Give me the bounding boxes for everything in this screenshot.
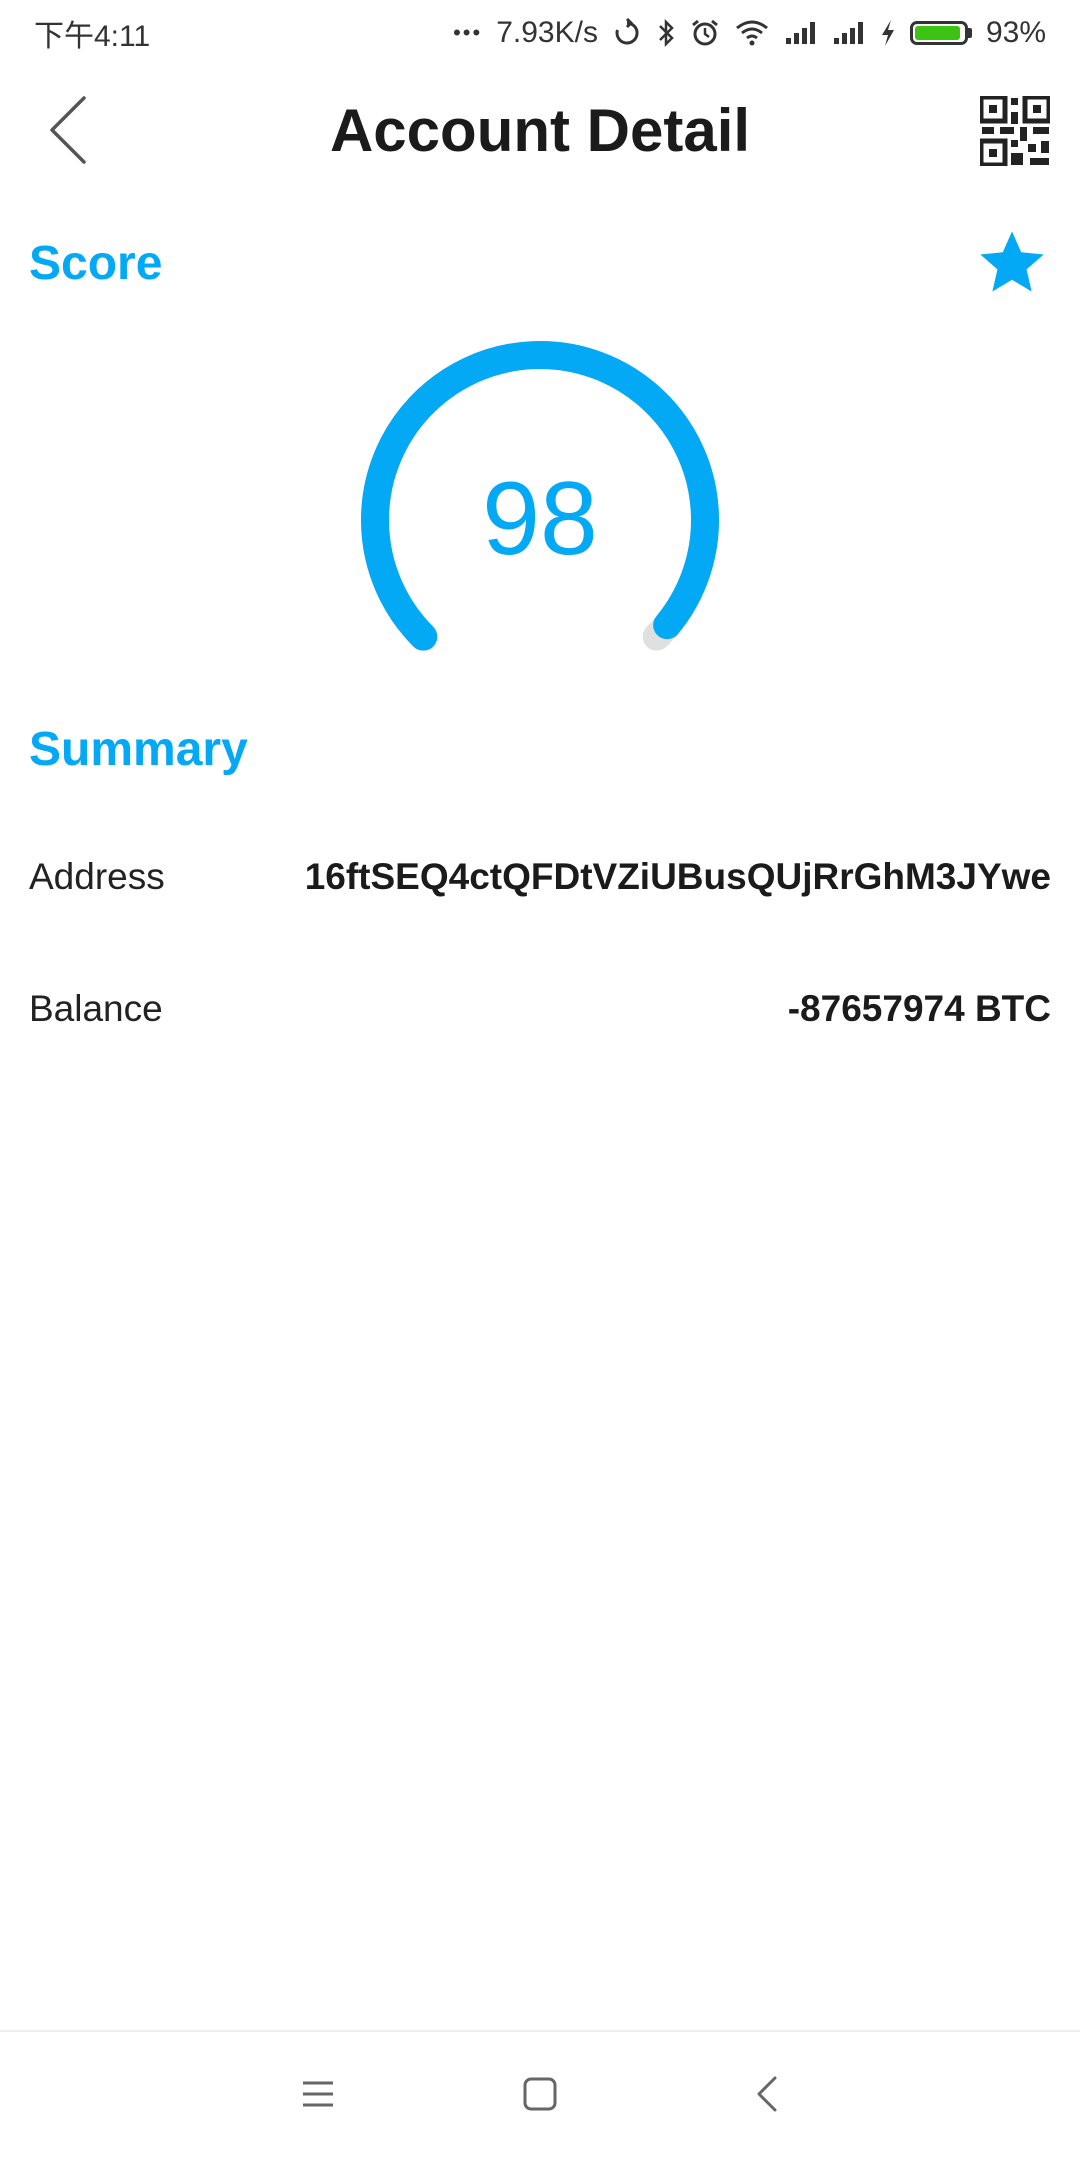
back-chevron-icon — [757, 2076, 777, 2112]
summary-heading: Summary — [29, 723, 248, 776]
bluetooth-icon — [656, 18, 676, 48]
status-dots: ••• — [453, 20, 483, 45]
signal-icon — [784, 20, 818, 46]
qr-code-button[interactable] — [978, 94, 1052, 168]
battery-percent: 93% — [985, 16, 1046, 49]
battery-fill — [914, 26, 960, 40]
wifi-icon — [734, 18, 770, 48]
charging-icon — [880, 19, 896, 47]
address-label: Address — [29, 856, 165, 897]
balance-label: Balance — [29, 988, 163, 1029]
status-icons: ••• 7.93K/s 93% — [453, 16, 1046, 50]
score-value: 98 — [482, 461, 598, 577]
summary-row-address: Address 16ftSEQ4ctQFDtVZiUBusQUjRrGhM3JY… — [29, 847, 1051, 907]
home-square-icon — [523, 2077, 557, 2111]
status-bar: 下午4:11 ••• 7.93K/s 93% — [0, 0, 1080, 66]
nav-back-button[interactable] — [737, 2064, 797, 2124]
sync-icon — [612, 18, 642, 48]
status-time: 下午4:11 — [34, 20, 151, 53]
score-gauge: 98 — [340, 320, 740, 680]
favorite-button[interactable] — [974, 225, 1050, 301]
summary-row-balance: Balance -87657974 BTC — [29, 979, 1051, 1039]
balance-value: -87657974 BTC — [787, 988, 1051, 1029]
address-value[interactable]: 16ftSEQ4ctQFDtVZiUBusQUjRrGhM3JYwe — [305, 856, 1051, 898]
star-icon — [980, 231, 1044, 292]
app-header: Account Detail — [0, 66, 1080, 200]
alarm-icon — [690, 18, 720, 48]
qr-code-icon — [978, 94, 1052, 168]
battery-icon — [909, 21, 972, 45]
page-title: Account Detail — [329, 97, 751, 164]
menu-icon — [303, 2081, 333, 2107]
home-button[interactable] — [510, 2064, 570, 2124]
score-heading: Score — [29, 237, 163, 290]
signal-icon-2 — [832, 20, 866, 46]
system-nav-bar — [0, 2032, 1080, 2160]
network-speed: 7.93K/s — [496, 16, 598, 49]
menu-button[interactable] — [288, 2064, 348, 2124]
